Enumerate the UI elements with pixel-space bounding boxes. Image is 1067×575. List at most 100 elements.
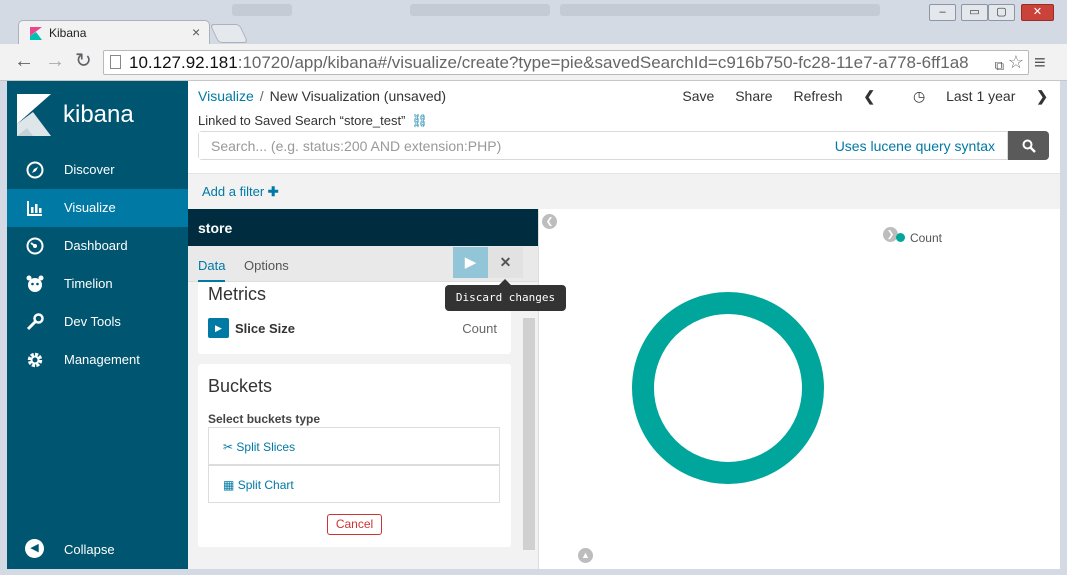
linked-search-label: Linked to Saved Search “store_test” [198,113,406,128]
apply-changes-button[interactable]: ▶ [453,247,488,278]
buckets-title: Buckets [208,376,273,396]
editor-scrollbar[interactable] [523,318,535,550]
collapse-button[interactable]: ◀ Collapse [7,531,188,569]
sidebar-item-management[interactable]: Management [7,341,188,379]
sidebar-item-label: Management [64,352,140,367]
sidebar-item-label: Dashboard [64,238,128,253]
url-path: :10720/app/kibana#/visualize/create?type… [237,53,969,72]
split-chart-button[interactable]: ▦ Split Chart [208,465,500,503]
sidebar-item-label: Visualize [64,200,116,215]
clock-icon: ◷ [913,88,926,104]
close-window-button[interactable]: ✕ [1021,4,1054,21]
unlink-icon[interactable]: ⛓ [411,113,428,128]
browser-tab[interactable]: Kibana × [18,20,210,45]
kibana-header: Visualize / New Visualization (unsaved) Sa… [188,81,1060,173]
refresh-button[interactable]: Refresh [793,88,842,104]
grid-icon: ▦ [223,478,235,492]
pie-chart [632,292,824,484]
sidebar-item-label: Timelion [64,276,113,291]
lucene-syntax-link[interactable]: Uses lucene query syntax [835,138,995,154]
select-buckets-type-label: Select buckets type [208,412,321,426]
cancel-button[interactable]: Cancel [327,514,382,535]
collapse-label: Collapse [64,542,115,557]
vis-editor-sidebar: store Data Options ▶ ✕ Discard changes M… [188,209,566,569]
pie-slice-count[interactable] [632,292,824,484]
time-picker-button[interactable]: ◷ Last 1 year [896,88,1015,104]
metric-aggregation: Count [462,321,497,336]
sidebar-item-label: Discover [64,162,115,177]
url-host: 10.127.92.181 [129,53,238,72]
close-icon: ✕ [499,254,512,270]
translate-icon[interactable]: ⧉ [995,54,1004,74]
sidebar-item-timelion[interactable]: Timelion [7,265,188,303]
share-button[interactable]: Share [735,88,772,104]
search-icon [1022,139,1036,153]
tab-title: Kibana [49,26,87,40]
plus-icon: ✚ [267,184,279,199]
browser-menu-icon[interactable]: ≡ [1034,52,1046,75]
bar-chart-icon [25,199,45,217]
split-slices-label: Split Slices [236,440,296,454]
time-back-icon[interactable]: ❮ [863,88,875,104]
discard-changes-button[interactable]: ✕ [488,247,523,278]
metrics-title: Metrics [208,284,266,304]
kibana-logo-icon [17,94,51,136]
split-slices-button[interactable]: ✂ Split Slices [208,427,500,465]
discard-tooltip: Discard changes [445,279,566,311]
page-icon [110,55,121,69]
blurred-tab [410,4,550,16]
kibana-sidebar: kibana Discover Visualize Dashboard Time… [7,81,188,569]
collapse-icon: ◀ [25,539,44,558]
search-input[interactable] [199,132,799,159]
brand-name: kibana [63,101,134,128]
search-button[interactable] [1008,131,1049,160]
scroll-up-icon[interactable]: ▲ [578,548,593,563]
buckets-panel: Buckets Select buckets type ✂ Split Slic… [198,364,511,547]
forward-icon[interactable]: → [45,50,65,72]
filter-bar: Add a filter ✚ [188,173,1060,209]
window-frame [0,569,1067,575]
sidebar-item-dev-tools[interactable]: Dev Tools [7,303,188,341]
scissors-icon: ✂ [223,440,234,454]
add-filter-label: Add a filter [202,184,265,199]
new-tab-button[interactable] [209,24,249,43]
user-button[interactable]: ▭ [961,4,988,21]
metric-label[interactable]: Slice Size [235,321,295,336]
play-icon: ▶ [464,254,477,271]
breadcrumb: Visualize / New Visualization (unsaved) [198,88,446,104]
blurred-tab [560,4,880,16]
window-frame [1060,81,1067,575]
tab-data[interactable]: Data [198,258,226,282]
top-nav-actions: Save Share Refresh ❮ ◷ Last 1 year ❯ [665,88,1048,105]
gauge-icon [25,237,45,255]
add-filter-button[interactable]: Add a filter ✚ [202,184,279,200]
time-range-label: Last 1 year [946,88,1016,104]
wrench-icon [25,313,45,331]
bookmark-star-icon[interactable]: ☆ [1008,51,1024,74]
address-bar[interactable]: 10.127.92.181:10720/app/kibana#/visualiz… [103,50,1029,75]
sidebar-item-discover[interactable]: Discover [7,151,188,189]
save-button[interactable]: Save [682,88,714,104]
breadcrumb-separator: / [259,88,264,104]
compass-icon [25,161,45,179]
tab-options[interactable]: Options [244,258,289,273]
browser-toolbar: ← → ↻ 10.127.92.181:10720/app/kibana#/vi… [0,44,1067,81]
sidebar-item-dashboard[interactable]: Dashboard [7,227,188,265]
sidebar-item-label: Dev Tools [64,314,121,329]
breadcrumb-visualize-link[interactable]: Visualize [198,88,254,104]
reload-icon[interactable]: ↻ [75,50,92,72]
tab-close-icon[interactable]: × [192,24,200,40]
window-frame [0,81,7,575]
kibana-favicon-icon [30,27,42,40]
time-forward-icon[interactable]: ❯ [1036,88,1048,104]
split-chart-label: Split Chart [237,478,294,492]
back-icon[interactable]: ← [14,50,34,72]
gear-icon [25,351,45,369]
minimize-button[interactable]: – [929,4,956,21]
breadcrumb-current: New Visualization (unsaved) [269,88,447,104]
sidebar-item-visualize[interactable]: Visualize [7,189,188,227]
linked-search: Linked to Saved Search “store_test” ⛓ [198,113,428,129]
expand-metric-icon[interactable]: ▶ [208,318,229,338]
restore-button[interactable]: ▢ [988,4,1015,21]
blurred-tab [232,4,292,16]
